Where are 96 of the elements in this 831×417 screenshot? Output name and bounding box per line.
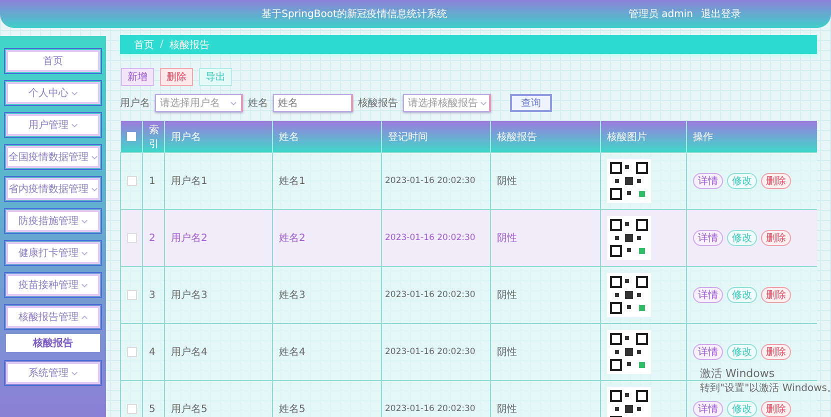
chevron-down-icon — [80, 218, 88, 224]
table-cell: 5 — [149, 404, 156, 414]
table-cell: 4 — [149, 346, 156, 358]
table-cell: 1 — [149, 176, 156, 186]
chevron-down-icon — [80, 250, 88, 256]
chevron-down-icon — [80, 314, 88, 320]
table-cell: 2023-01-16 20:02:30 — [385, 233, 476, 243]
breadcrumb-separator: / — [160, 39, 164, 50]
table-cell: 2023-01-16 20:02:30 — [385, 347, 476, 357]
sidebar-item[interactable]: 个人中心 — [6, 82, 100, 104]
row-checkbox[interactable] — [126, 232, 136, 243]
chevron-down-icon — [70, 90, 78, 96]
column-header: 核酸报告 — [490, 121, 600, 152]
select-field[interactable]: 请选择用户名 — [155, 94, 243, 112]
edit-button[interactable]: 修改 — [727, 230, 757, 246]
column-header: 登记时间 — [382, 121, 490, 152]
chevron-down-icon — [70, 122, 78, 128]
activation-text: 转到"设置"以激活 Windows。 — [700, 382, 831, 395]
user-label: 管理员 admin — [628, 8, 693, 21]
delete-button[interactable]: 删除 — [761, 344, 791, 360]
sidebar-item[interactable]: 首页 — [6, 50, 100, 72]
row-checkbox[interactable] — [126, 176, 136, 186]
activation-title: 激活 Windows — [700, 366, 776, 381]
table-cell: 2023-01-16 20:02:30 — [385, 404, 476, 414]
table-cell: 2023-01-16 20:02:30 — [385, 176, 476, 186]
select-field[interactable]: 请选择核酸报告 — [403, 94, 491, 112]
chevron-down-icon — [90, 186, 98, 192]
delete-button[interactable]: 删除 — [761, 173, 791, 189]
sidebar-item[interactable]: 系统管理 — [6, 362, 100, 384]
table-cell: 阴性 — [497, 404, 517, 415]
table-cell: 阴性 — [497, 176, 517, 187]
table-cell: 用户名2 — [171, 233, 208, 244]
table-cell: 2 — [149, 232, 156, 244]
column-header: 索引 — [142, 121, 164, 152]
column-header: 操作 — [686, 121, 817, 152]
table-cell: 2023-01-16 20:02:30 — [385, 290, 476, 300]
table-cell: 姓名5 — [279, 404, 306, 415]
table-cell: 阴性 — [497, 233, 517, 244]
sidebar-item[interactable]: 健康打卡管理 — [6, 242, 100, 264]
edit-button[interactable]: 修改 — [727, 287, 757, 303]
detail-button[interactable]: 详情 — [693, 230, 723, 246]
column-header: 核酸图片 — [600, 121, 686, 152]
row-checkbox[interactable] — [126, 404, 136, 414]
edit-button[interactable]: 修改 — [727, 173, 757, 189]
sidebar-item[interactable]: 防疫措施管理 — [6, 210, 100, 232]
row-checkbox[interactable] — [126, 290, 136, 300]
table-cell: 用户名4 — [171, 347, 208, 358]
qr-code-image — [607, 216, 651, 260]
delete-button[interactable]: 删除 — [160, 68, 193, 86]
chevron-down-icon — [230, 100, 237, 106]
select-all-checkbox[interactable] — [126, 132, 136, 141]
row-checkbox[interactable] — [126, 346, 136, 357]
app-title: 基于SpringBoot的新冠疫情信息统计系统 — [260, 8, 448, 21]
table-cell: 3 — [149, 290, 156, 300]
edit-button[interactable]: 修改 — [727, 401, 757, 417]
detail-button[interactable]: 详情 — [693, 287, 723, 303]
table-cell: 用户名3 — [171, 290, 208, 301]
filter-label: 用户名 — [120, 96, 150, 110]
qr-code-image — [607, 330, 651, 374]
filter-label: 姓名 — [248, 97, 268, 110]
table-cell: 姓名1 — [279, 176, 306, 187]
detail-button[interactable]: 详情 — [693, 401, 723, 417]
table-cell: 姓名4 — [279, 347, 306, 358]
delete-button[interactable]: 删除 — [761, 287, 791, 303]
table-cell: 用户名1 — [171, 176, 208, 187]
table-cell: 阴性 — [497, 347, 517, 358]
qr-code-image — [607, 273, 651, 317]
qr-code-image — [607, 159, 651, 203]
chevron-down-icon — [80, 282, 88, 288]
sidebar-item[interactable]: 省内疫情数据管理 — [6, 178, 100, 200]
chevron-down-icon — [70, 370, 78, 376]
delete-button[interactable]: 删除 — [761, 401, 791, 417]
table-cell: 姓名2 — [279, 233, 306, 244]
sidebar-item[interactable]: 全国疫情数据管理 — [6, 146, 100, 168]
filter-label: 核酸报告 — [358, 96, 398, 110]
detail-button[interactable]: 详情 — [693, 173, 723, 189]
chevron-down-icon — [480, 100, 487, 106]
delete-button[interactable]: 删除 — [761, 230, 791, 246]
breadcrumb-item: 核酸报告 — [169, 38, 210, 52]
table-cell: 用户名5 — [171, 404, 208, 415]
sidebar-item[interactable]: 用户管理 — [6, 114, 100, 136]
search-button[interactable]: 查询 — [510, 94, 552, 112]
table-cell: 姓名3 — [279, 290, 306, 301]
table-cell: 阴性 — [497, 290, 517, 301]
logout-link[interactable]: 退出登录 — [701, 7, 741, 21]
input-field[interactable]: 姓名 — [273, 94, 353, 112]
sidebar-item[interactable]: 核酸报告管理 — [6, 306, 100, 328]
add-button[interactable]: 新增 — [121, 68, 154, 86]
column-header: 用户名 — [164, 121, 272, 152]
sidebar-item[interactable]: 疫苗接种管理 — [6, 274, 100, 296]
edit-button[interactable]: 修改 — [727, 344, 757, 360]
export-button[interactable]: 导出 — [199, 68, 232, 86]
submenu-item[interactable]: 核酸报告 — [6, 334, 100, 352]
chevron-down-icon — [90, 154, 98, 160]
detail-button[interactable]: 详情 — [693, 344, 723, 360]
column-header: 姓名 — [272, 121, 382, 152]
